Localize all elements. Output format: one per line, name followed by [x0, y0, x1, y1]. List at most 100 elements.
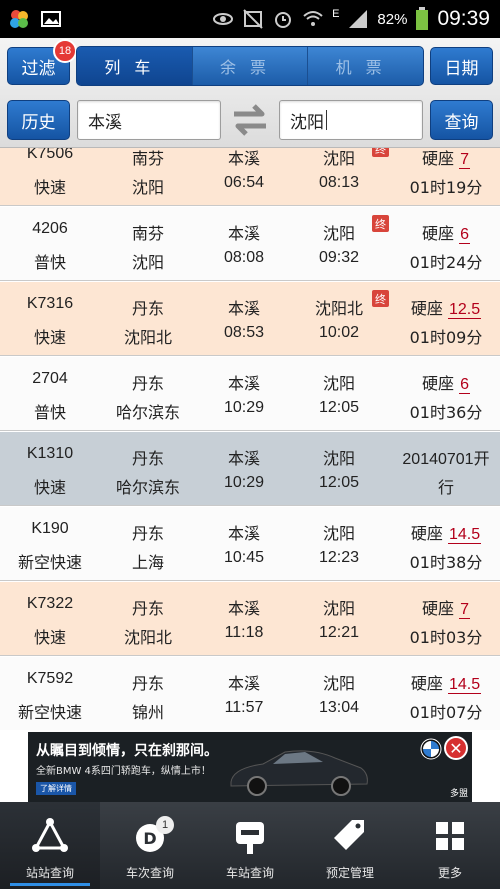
price-cell[interactable]: 硬座 6 [392, 370, 500, 394]
train-type: 快速 [33, 178, 66, 197]
price-cell[interactable]: 硬座 7 [392, 595, 500, 619]
ad-title: 从瞩目到倾情，只在刹那间。 [36, 743, 218, 759]
filter-button[interactable]: 过滤 18 [7, 39, 77, 85]
price[interactable]: 7 [459, 601, 470, 619]
arrive-time: 12:21 [318, 624, 360, 641]
ad-banner[interactable]: 从瞩目到倾情，只在刹那间。 全新BMW 4系四门轿跑车，纵情上市！ 了解详情 ✕… [28, 732, 472, 802]
nav-station-to-station[interactable]: 站站查询 [0, 802, 100, 889]
destination-station: 沈阳北 [123, 328, 172, 347]
arrive-time: 08:13 [318, 174, 360, 191]
tab-remaining-tickets[interactable]: 余票 [191, 47, 308, 85]
price[interactable]: 14.5 [447, 676, 482, 694]
battery-icon [416, 7, 429, 30]
arrival-station-value: 沈阳 [290, 112, 324, 133]
station-to-station-icon [32, 818, 68, 852]
table-row[interactable]: K1310 快速 丹东 哈尔滨东 本溪 10:29 沈阳 12:05 20140… [0, 432, 500, 506]
price[interactable]: 7 [459, 151, 470, 169]
duration: 01时38分 [409, 553, 483, 572]
table-row[interactable]: K7506 快速 南芬 沈阳 本溪 06:54 沈阳 08:13 终 硬座 7 … [0, 148, 500, 206]
duration: 01时03分 [409, 628, 483, 647]
alight-station: 沈阳 [322, 524, 355, 543]
board-station: 本溪 [227, 674, 260, 693]
destination-station: 沈阳 [131, 178, 164, 197]
nav-more[interactable]: 更多 [400, 802, 500, 889]
train-type: 新空快速 [17, 703, 82, 722]
train-number: K190 [31, 520, 69, 537]
open-date: 20140701开 [402, 451, 490, 468]
destination-station: 上海 [131, 553, 164, 572]
departure-station-input[interactable]: 本溪 [77, 100, 221, 140]
tab-flights[interactable]: 机票 [307, 47, 423, 85]
train-list[interactable]: K7506 快速 南芬 沈阳 本溪 06:54 沈阳 08:13 终 硬座 7 … [0, 148, 500, 730]
origin-station: 丹东 [131, 449, 164, 468]
ad-learn-more-link[interactable]: 了解详情 [36, 782, 76, 795]
destination-station: 沈阳 [131, 253, 164, 272]
history-button[interactable]: 历史 [7, 100, 70, 140]
train-number: K7316 [26, 295, 74, 312]
depart-time: 08:53 [223, 324, 265, 341]
nav-badge: 1 [156, 816, 174, 834]
depart-time: 10:29 [223, 474, 265, 491]
arrival-station-input[interactable]: 沈阳 [279, 100, 423, 140]
table-row[interactable]: K190 新空快速 丹东 上海 本溪 10:45 沈阳 12:23 硬座 14.… [0, 507, 500, 581]
duration: 01时07分 [409, 703, 483, 722]
destination-station: 哈尔滨东 [115, 403, 180, 422]
arrive-time: 09:32 [318, 249, 360, 266]
price-cell[interactable]: 硬座 12.5 [392, 295, 500, 319]
price[interactable]: 6 [459, 376, 470, 394]
nav-label: 车次查询 [125, 866, 174, 880]
price-cell[interactable]: 硬座 7 [392, 148, 500, 169]
train-number: K1310 [26, 445, 74, 462]
price[interactable]: 6 [459, 226, 470, 244]
origin-station: 丹东 [131, 524, 164, 543]
arrive-time: 10:02 [318, 324, 360, 341]
nav-booking-management[interactable]: 预定管理 [300, 802, 400, 889]
depart-time: 10:45 [223, 549, 265, 566]
price-cell[interactable]: 硬座 6 [392, 220, 500, 244]
price[interactable]: 12.5 [447, 301, 482, 319]
nav-train-number[interactable]: D 1 车次查询 [100, 802, 200, 889]
table-row[interactable]: 2704 普快 丹东 哈尔滨东 本溪 10:29 沈阳 12:05 硬座 6 0… [0, 357, 500, 431]
table-row[interactable]: K7316 快速 丹东 沈阳北 本溪 08:53 沈阳北 10:02 终 硬座 … [0, 282, 500, 356]
eye-icon [213, 13, 234, 25]
price-cell[interactable]: 硬座 14.5 [392, 670, 500, 694]
filter-count-badge: 18 [53, 39, 77, 63]
train-type: 普快 [33, 403, 66, 422]
ad-subtitle: 全新BMW 4系四门轿跑车，纵情上市！ [36, 766, 211, 777]
date-button[interactable]: 日期 [430, 47, 493, 85]
car-image [230, 750, 368, 796]
alight-station: 沈阳 [322, 374, 355, 393]
ad-close-icon[interactable]: ✕ [444, 736, 468, 760]
terminal-badge: 终 [372, 148, 389, 157]
price[interactable]: 14.5 [447, 526, 482, 544]
train-number: K7506 [26, 148, 74, 162]
train-number: 4206 [32, 220, 68, 237]
tab-trains[interactable]: 列车 [77, 47, 192, 85]
board-station: 本溪 [227, 449, 260, 468]
station-sign-icon [236, 822, 264, 854]
departure-station-value: 本溪 [88, 112, 122, 133]
search-toolbar: 过滤 18 列车 余票 机票 日期 历史 本溪 沈阳 查询 [0, 38, 500, 148]
app-flower-icon [10, 10, 28, 28]
seat-type: 硬座 [410, 299, 443, 318]
nav-station[interactable]: 车站查询 [200, 802, 300, 889]
open-date-suffix: 行 [437, 478, 454, 497]
arrive-time: 12:23 [318, 549, 360, 566]
seat-type: 硬座 [421, 599, 454, 618]
table-row[interactable]: K7322 快速 丹东 沈阳北 本溪 11:18 沈阳 12:21 硬座 7 0… [0, 582, 500, 656]
network-type: E [332, 8, 340, 20]
duration: 01时19分 [409, 178, 483, 197]
table-row[interactable]: 4206 普快 南芬 沈阳 本溪 08:08 沈阳 09:32 终 硬座 6 0… [0, 207, 500, 281]
seat-type: 硬座 [410, 524, 443, 543]
swap-stations-icon[interactable] [226, 100, 274, 140]
train-type: 快速 [33, 328, 66, 347]
table-row[interactable]: K7592 新空快速 丹东 锦州 本溪 11:57 沈阳 13:04 硬座 14… [0, 657, 500, 730]
depart-time: 06:54 [223, 174, 265, 191]
duration: 01时24分 [409, 253, 483, 272]
tag-icon [334, 820, 364, 850]
query-button[interactable]: 查询 [430, 100, 493, 140]
price-cell[interactable]: 硬座 14.5 [392, 520, 500, 544]
train-type: 普快 [33, 253, 66, 272]
depart-time: 11:18 [224, 624, 264, 641]
duration: 01时36分 [409, 403, 483, 422]
